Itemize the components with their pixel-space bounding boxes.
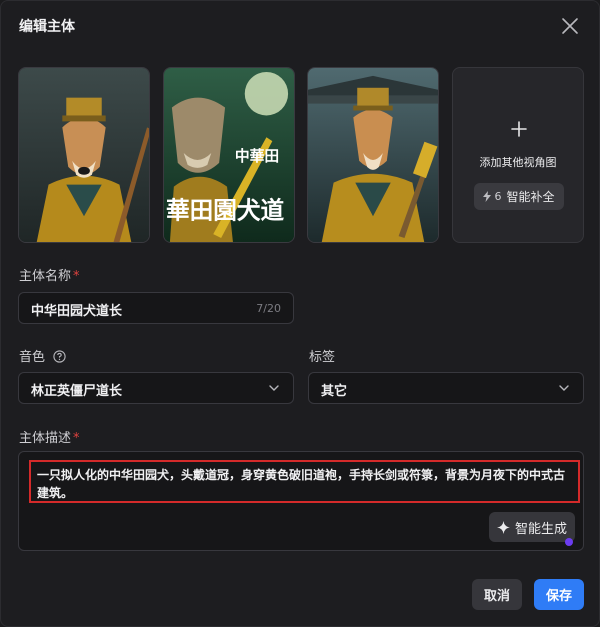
edit-subject-dialog: 编辑主体 中華田 華田園犬道 添加其他视角图 6 智能补全 主体名称 * 中华田… — [0, 0, 600, 627]
poster-title-vertical: 中華田 — [235, 147, 279, 165]
plus-icon — [511, 121, 527, 137]
required-mark: * — [73, 269, 80, 284]
tag-field-label: 标签 — [309, 350, 336, 365]
dialog-title: 编辑主体 — [19, 19, 75, 35]
description-text[interactable]: 一只拟人化的中华田园犬，头戴道冠，身穿黄色破旧道袍，手持长剑或符箓，背景为月夜下… — [29, 460, 580, 503]
name-input[interactable]: 中华田园犬道长 7/20 — [18, 292, 294, 324]
name-char-counter: 7/20 — [256, 302, 281, 315]
name-field-label: 主体名称 * — [19, 269, 80, 284]
chevron-down-icon — [559, 385, 569, 391]
cancel-button[interactable]: 取消 — [472, 579, 522, 610]
chevron-down-icon — [269, 385, 279, 391]
voice-field-label: 音色 — [19, 346, 66, 365]
smart-generate-button[interactable]: 智能生成 — [489, 512, 575, 542]
required-mark: * — [73, 431, 80, 446]
smart-fill-label: 智能补全 — [506, 190, 555, 204]
close-icon[interactable] — [561, 17, 579, 35]
subject-image-1[interactable] — [18, 67, 150, 243]
tag-select-value: 其它 — [321, 384, 348, 399]
help-icon[interactable] — [53, 350, 66, 363]
smart-fill-button[interactable]: 6 智能补全 — [474, 183, 564, 210]
save-button[interactable]: 保存 — [534, 579, 584, 610]
lightning-icon — [483, 191, 492, 202]
subject-image-3[interactable] — [307, 67, 439, 243]
add-view-card[interactable]: 添加其他视角图 6 智能补全 — [452, 67, 584, 243]
add-view-label: 添加其他视角图 — [479, 156, 557, 169]
name-input-value: 中华田园犬道长 — [31, 304, 123, 319]
subject-image-2[interactable]: 中華田 華田園犬道 — [163, 67, 295, 243]
tag-select[interactable]: 其它 — [308, 372, 584, 404]
description-field-label: 主体描述 * — [19, 431, 80, 446]
voice-select-value: 林正英僵尸道长 — [31, 384, 123, 399]
description-textarea[interactable]: 一只拟人化的中华田园犬，头戴道冠，身穿黄色破旧道袍，手持长剑或符箓，背景为月夜下… — [18, 451, 584, 551]
poster-title-horizontal: 華田園犬道 — [166, 196, 284, 224]
smart-fill-count: 6 — [494, 190, 502, 203]
voice-select[interactable]: 林正英僵尸道长 — [18, 372, 294, 404]
sparkle-icon — [496, 520, 510, 534]
smart-generate-label: 智能生成 — [514, 521, 567, 537]
status-dot — [565, 538, 573, 546]
